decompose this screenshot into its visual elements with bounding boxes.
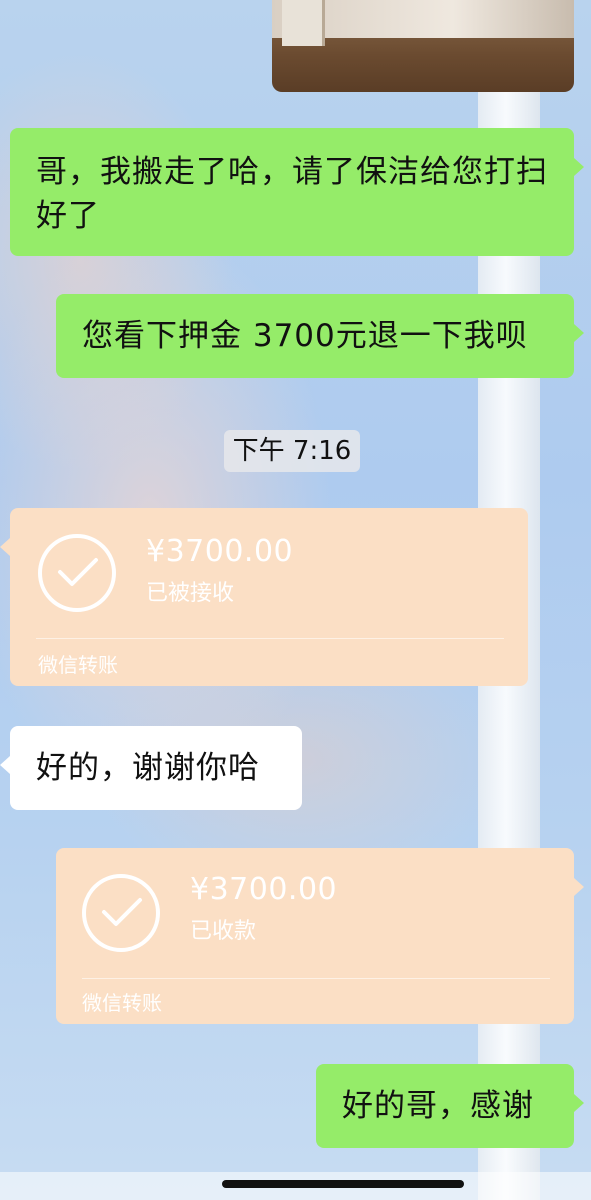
transfer-label: 微信转账 bbox=[38, 653, 118, 677]
sent-message-3[interactable]: 好的哥，感谢 bbox=[316, 1064, 584, 1148]
image-message-photo[interactable] bbox=[272, 0, 574, 92]
sent-message-2[interactable]: 您看下押金 3700元退一下我呗 bbox=[56, 294, 584, 378]
message-text: 您看下押金 3700元退一下我呗 bbox=[82, 318, 528, 354]
sent-message-1[interactable]: 哥，我搬走了哈，请了保洁给您打扫好了 bbox=[10, 128, 584, 256]
transfer-divider bbox=[82, 978, 550, 979]
transfer-divider bbox=[36, 638, 504, 639]
check-circle-icon bbox=[82, 874, 160, 952]
transfer-card-sent[interactable]: ¥3700.00 已收款 微信转账 bbox=[56, 848, 584, 1024]
transfer-card-received[interactable]: ¥3700.00 已被接收 微信转账 bbox=[0, 508, 528, 686]
transfer-label: 微信转账 bbox=[82, 991, 162, 1015]
transfer-status: 已收款 bbox=[190, 919, 257, 944]
message-text: 哥，我搬走了哈，请了保洁给您打扫好了 bbox=[36, 154, 548, 234]
transfer-status: 已被接收 bbox=[146, 581, 235, 606]
transfer-amount: ¥3700.00 bbox=[190, 872, 338, 907]
received-message-1[interactable]: 好的，谢谢你哈 bbox=[0, 726, 302, 810]
check-circle-icon bbox=[38, 534, 116, 612]
message-text: 好的，谢谢你哈 bbox=[36, 750, 260, 786]
photo-door bbox=[282, 0, 325, 46]
timestamp: 下午 7:16 bbox=[224, 430, 360, 472]
home-indicator[interactable] bbox=[222, 1180, 464, 1188]
message-text: 好的哥，感谢 bbox=[342, 1088, 534, 1124]
transfer-amount: ¥3700.00 bbox=[146, 534, 294, 569]
